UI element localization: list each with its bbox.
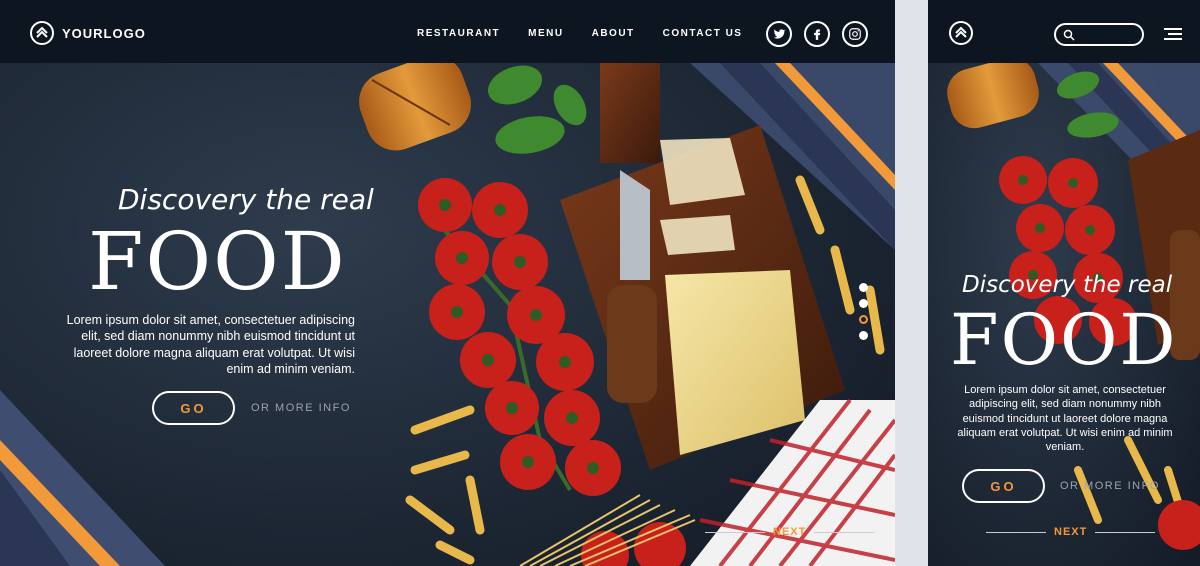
mobile-next-line-left xyxy=(986,531,1046,533)
hero-body-copy: Lorem ipsum dolor sit amet, consectetuer… xyxy=(66,313,355,376)
hero-tagline: Discovery the real xyxy=(118,183,374,216)
nav-menu: RESTAURANT MENU ABOUT CONTACT US xyxy=(417,28,770,39)
nav-restaurant[interactable]: RESTAURANT xyxy=(417,28,500,39)
mobile-chevron-up-logo-icon[interactable] xyxy=(949,21,973,45)
mobile-landing-page: Discovery the real FOOD Lorem ipsum dolo… xyxy=(928,0,1200,566)
search-icon xyxy=(1063,29,1075,41)
chevron-up-logo-icon xyxy=(30,21,54,45)
mobile-next-line-right xyxy=(1095,531,1156,533)
slider-dots xyxy=(859,283,868,340)
slider-dot-1[interactable] xyxy=(859,283,868,292)
mobile-go-button[interactable]: GO xyxy=(962,469,1045,503)
desktop-landing-page: YOURLOGO RESTAURANT MENU ABOUT CONTACT U… xyxy=(0,0,895,566)
hero-headline: FOOD xyxy=(88,215,347,308)
mobile-search-input[interactable] xyxy=(1054,23,1144,46)
mobile-hero-body-copy: Lorem ipsum dolor sit amet, consectetuer… xyxy=(957,384,1173,454)
next-button[interactable]: NEXT xyxy=(705,526,875,538)
mobile-hero-tagline: Discovery the real xyxy=(962,272,1173,298)
mobile-hero-headline: FOOD xyxy=(950,299,1178,381)
instagram-icon[interactable] xyxy=(842,21,868,47)
mobile-next-button[interactable]: NEXT xyxy=(986,526,1156,538)
slider-dot-4[interactable] xyxy=(859,331,868,340)
next-line-right xyxy=(814,531,875,533)
slider-dot-2[interactable] xyxy=(859,299,868,308)
hamburger-line-2 xyxy=(1168,33,1182,35)
mobile-next-label: NEXT xyxy=(1054,526,1088,538)
mobile-top-navbar xyxy=(928,0,1200,63)
mobile-more-info-link[interactable]: OR MORE INFO xyxy=(1060,480,1160,492)
logo[interactable]: YOURLOGO xyxy=(30,21,146,45)
nav-about[interactable]: ABOUT xyxy=(592,28,635,39)
more-info-link[interactable]: OR MORE INFO xyxy=(251,402,351,414)
facebook-icon[interactable] xyxy=(804,21,830,47)
twitter-icon[interactable] xyxy=(766,21,792,47)
nav-contact[interactable]: CONTACT US xyxy=(663,28,743,39)
top-navbar: YOURLOGO RESTAURANT MENU ABOUT CONTACT U… xyxy=(0,0,895,63)
social-links xyxy=(766,21,868,47)
hamburger-menu-icon[interactable] xyxy=(1164,28,1182,40)
hamburger-line-1 xyxy=(1164,28,1182,30)
next-line-left xyxy=(705,531,765,533)
nav-menu-link[interactable]: MENU xyxy=(528,28,563,39)
go-button[interactable]: GO xyxy=(152,391,235,425)
slider-dot-3[interactable] xyxy=(859,315,868,324)
next-label: NEXT xyxy=(773,526,807,538)
hamburger-line-3 xyxy=(1164,38,1182,40)
logo-text: YOURLOGO xyxy=(62,25,146,41)
